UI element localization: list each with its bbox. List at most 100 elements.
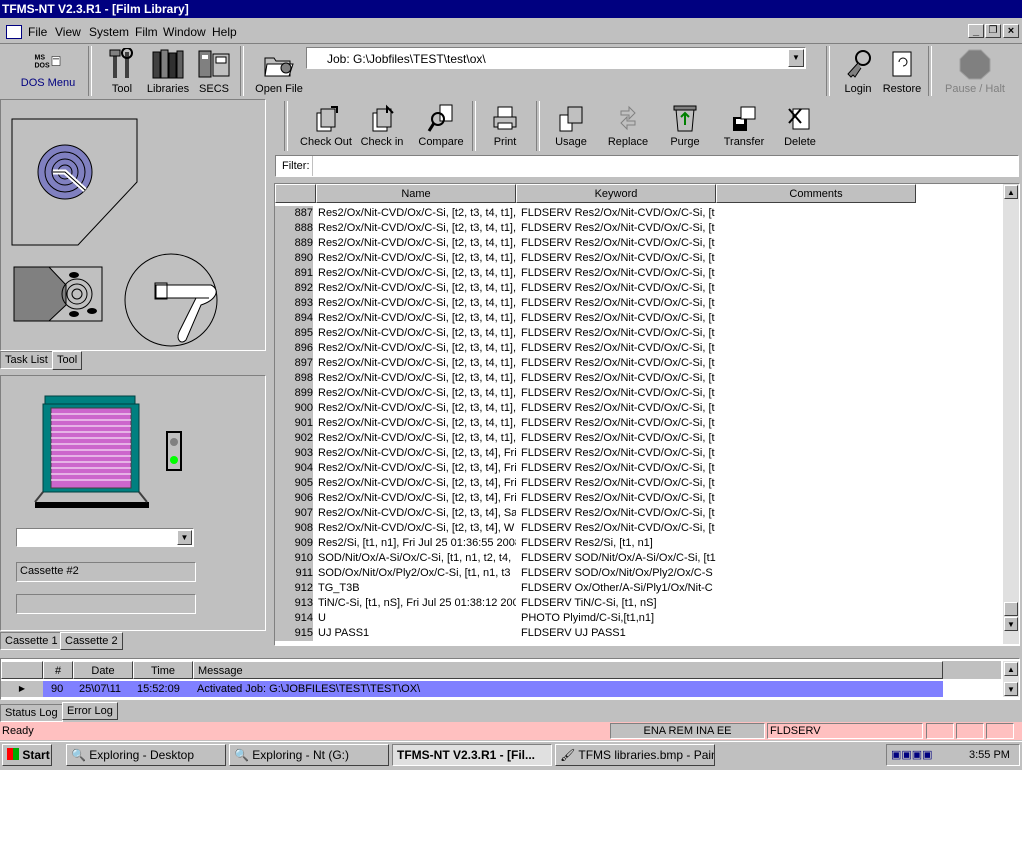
minimize-button[interactable]: _ (968, 24, 984, 38)
delete-button[interactable]: Delete (776, 103, 824, 148)
column-header-keyword[interactable]: Keyword (516, 184, 716, 203)
log-row[interactable]: ▶ 90 25\07\11 15:52:09 Activated Job: G:… (1, 681, 943, 697)
tray-icons[interactable]: ▣▣▣▣ (891, 748, 933, 761)
app-menu-icon[interactable] (6, 25, 22, 39)
taskbar-item-tfms[interactable]: TFMS-NT V2.3.R1 - [Fil... (392, 744, 552, 766)
scroll-down-icon[interactable]: ▼ (1004, 682, 1018, 696)
table-row[interactable]: 894 Res2/Ox/Nit-CVD/Ox/C-Si, [t2, t3, t4,… (275, 311, 999, 326)
secs-button[interactable]: SECS (195, 48, 233, 95)
table-row[interactable]: 893 Res2/Ox/Nit-CVD/Ox/C-Si, [t2, t3, t4,… (275, 296, 999, 311)
tab-status-log[interactable]: Status Log (0, 704, 63, 722)
log-header-time[interactable]: Time (133, 661, 193, 679)
table-row[interactable]: 903 Res2/Ox/Nit-CVD/Ox/C-Si, [t2, t3, t4]… (275, 446, 999, 461)
job-combobox[interactable]: Job: G:\Jobfiles\TEST\test\ox\ ▼ (306, 47, 806, 69)
tool-button[interactable]: Tool (103, 47, 141, 95)
menu-system[interactable]: System (89, 25, 129, 39)
table-row[interactable]: 910 SOD/Nit/Ox/A-Si/Ox/C-Si, [t1, n1, t2,… (275, 551, 999, 566)
compare-button[interactable]: Compare (414, 103, 468, 148)
pause-halt-button[interactable]: Pause / Halt (940, 48, 1010, 95)
table-row[interactable]: 907 Res2/Ox/Nit-CVD/Ox/C-Si, [t2, t3, t4]… (275, 506, 999, 521)
table-row[interactable]: 913 TiN/C-Si, [t1, nS], Fri Jul 25 01:38:… (275, 596, 999, 611)
check-out-button[interactable]: Check Out (296, 103, 356, 148)
table-row[interactable]: 898 Res2/Ox/Nit-CVD/Ox/C-Si, [t2, t3, t4,… (275, 371, 999, 386)
status-server: FLDSERV (767, 723, 923, 739)
table-row[interactable]: 895 Res2/Ox/Nit-CVD/Ox/C-Si, [t2, t3, t4,… (275, 326, 999, 341)
libraries-button[interactable]: Libraries (146, 48, 190, 95)
taskbar-item-exploring-desktop[interactable]: 🔍 Exploring - Desktop (66, 744, 226, 766)
restore-window-button[interactable]: ❐ (985, 24, 1001, 38)
cassette-name-field[interactable]: Cassette #2 (16, 562, 196, 582)
tab-error-log[interactable]: Error Log (62, 702, 118, 720)
table-row[interactable]: 904 Res2/Ox/Nit-CVD/Ox/C-Si, [t2, t3, t4]… (275, 461, 999, 476)
replace-button[interactable]: Replace (602, 103, 654, 148)
scroll-up-icon[interactable]: ▲ (1004, 185, 1018, 199)
table-row[interactable]: 901 Res2/Ox/Nit-CVD/Ox/C-Si, [t2, t3, t4,… (275, 416, 999, 431)
cell-name: Res2/Ox/Nit-CVD/Ox/C-Si, [t2, t3, t4], F… (318, 492, 516, 504)
table-row[interactable]: 912 TG_T3B FLDSERV Ox/Other/A-Si/Ply1/Ox/N… (275, 581, 999, 596)
table-row[interactable]: 915 UJ PASS1 FLDSERV UJ PASS1 (275, 626, 999, 641)
log-header-num[interactable]: # (43, 661, 73, 679)
table-row[interactable]: 899 Res2/Ox/Nit-CVD/Ox/C-Si, [t2, t3, t4,… (275, 386, 999, 401)
taskbar-item-exploring-nt[interactable]: 🔍 Exploring - Nt (G:) (229, 744, 389, 766)
column-header-name[interactable]: Name (316, 184, 516, 203)
menu-file[interactable]: File (28, 25, 47, 39)
chevron-down-icon[interactable]: ▼ (788, 49, 804, 67)
log-num: 90 (51, 683, 64, 695)
explorer-icon: 🔍 (234, 748, 249, 762)
table-row[interactable]: 902 Res2/Ox/Nit-CVD/Ox/C-Si, [t2, t3, t4,… (275, 431, 999, 446)
table-row[interactable]: 892 Res2/Ox/Nit-CVD/Ox/C-Si, [t2, t3, t4,… (275, 281, 999, 296)
log-scrollbar[interactable]: ▲ ▼ (1003, 661, 1019, 697)
tab-task-list[interactable]: Task List (0, 351, 53, 369)
menu-window[interactable]: Window (163, 25, 206, 39)
cassette-select[interactable]: ▼ (16, 528, 194, 547)
tab-cassette-2[interactable]: Cassette 2 (60, 632, 123, 650)
main-window: TFMS-NT V2.3.R1 - [Film Library] File Vi… (0, 0, 1022, 770)
table-row[interactable]: 906 Res2/Ox/Nit-CVD/Ox/C-Si, [t2, t3, t4]… (275, 491, 999, 506)
grid-scrollbar[interactable]: ▲ ▼ (1003, 184, 1019, 644)
chevron-down-icon[interactable]: ▼ (177, 530, 192, 545)
check-in-button[interactable]: Check in (356, 103, 408, 148)
table-row[interactable]: 914 U PHOTO Plyimd/C-Si,[t1,n1] (275, 611, 999, 626)
scroll-down-icon[interactable]: ▼ (1004, 617, 1018, 631)
column-header-comments[interactable]: Comments (716, 184, 916, 203)
tab-tool[interactable]: Tool (52, 351, 83, 370)
purge-button[interactable]: Purge (662, 103, 708, 148)
clock[interactable]: 3:55 PM (969, 749, 1010, 761)
menu-view[interactable]: View (55, 25, 81, 39)
tab-cassette-1[interactable]: Cassette 1 (0, 632, 63, 650)
table-row[interactable]: 889 Res2/Ox/Nit-CVD/Ox/C-Si, [t2, t3, t4,… (275, 236, 999, 251)
cassette-info-field[interactable] (16, 594, 196, 614)
title-bar[interactable]: TFMS-NT V2.3.R1 - [Film Library] (0, 0, 1022, 18)
print-button[interactable]: Print (482, 103, 528, 148)
table-row[interactable]: 911 SOD/Ox/Nit/Ox/Ply2/Ox/C-Si, [t1, n1, … (275, 566, 999, 581)
table-row[interactable]: 888 Res2/Ox/Nit-CVD/Ox/C-Si, [t2, t3, t4,… (275, 221, 999, 236)
log-header-message[interactable]: Message (193, 661, 943, 679)
close-button[interactable]: × (1003, 24, 1019, 38)
table-row[interactable]: 887 Res2/Ox/Nit-CVD/Ox/C-Si, [t2, t3, t4,… (275, 206, 999, 221)
table-row[interactable]: 905 Res2/Ox/Nit-CVD/Ox/C-Si, [t2, t3, t4]… (275, 476, 999, 491)
table-row[interactable]: 896 Res2/Ox/Nit-CVD/Ox/C-Si, [t2, t3, t4,… (275, 341, 999, 356)
restore-button[interactable]: Restore (880, 48, 924, 95)
dos-menu-button[interactable]: MS DOS DOS Menu (14, 46, 82, 90)
menu-film[interactable]: Film (135, 25, 158, 39)
log-header-date[interactable]: Date (73, 661, 133, 679)
cell-name: Res2/Ox/Nit-CVD/Ox/C-Si, [t2, t3, t4, t1… (318, 222, 516, 234)
menu-help[interactable]: Help (212, 25, 237, 39)
table-row[interactable]: 891 Res2/Ox/Nit-CVD/Ox/C-Si, [t2, t3, t4,… (275, 266, 999, 281)
scroll-up-icon[interactable]: ▲ (1004, 662, 1018, 676)
table-row[interactable]: 900 Res2/Ox/Nit-CVD/Ox/C-Si, [t2, t3, t4,… (275, 401, 999, 416)
table-row[interactable]: 909 Res2/Si, [t1, n1], Fri Jul 25 01:36:5… (275, 536, 999, 551)
usage-button[interactable]: Usage (548, 103, 594, 148)
start-button[interactable]: Start (2, 744, 52, 766)
table-row[interactable]: 890 Res2/Ox/Nit-CVD/Ox/C-Si, [t2, t3, t4,… (275, 251, 999, 266)
filter-field[interactable]: Filter: (275, 155, 1019, 177)
transfer-button[interactable]: Transfer (716, 103, 772, 148)
login-button[interactable]: Login (836, 48, 880, 95)
table-row[interactable]: 908 Res2/Ox/Nit-CVD/Ox/C-Si, [t2, t3, t4]… (275, 521, 999, 536)
printer-icon (493, 106, 517, 130)
scroll-thumb[interactable] (1004, 602, 1018, 616)
grid-header: Name Keyword Comments (275, 184, 1003, 205)
taskbar-item-paint[interactable]: 🖌 TFMS libraries.bmp - Paint (555, 744, 715, 766)
table-row[interactable]: 897 Res2/Ox/Nit-CVD/Ox/C-Si, [t2, t3, t4,… (275, 356, 999, 371)
open-file-button[interactable]: Open File (252, 48, 306, 95)
